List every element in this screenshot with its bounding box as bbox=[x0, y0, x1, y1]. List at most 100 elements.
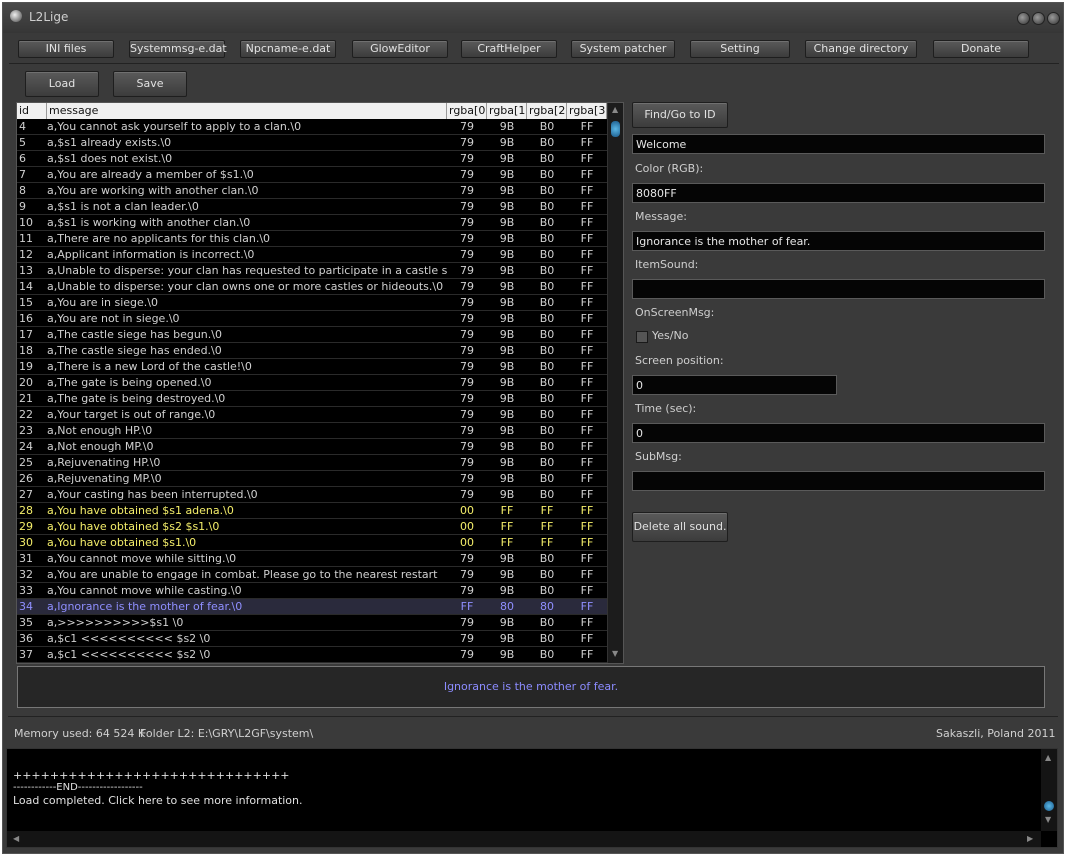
cell-rgba3: FF bbox=[580, 488, 594, 501]
log-line-load-completed[interactable]: Load completed. Click here to see more i… bbox=[13, 794, 303, 807]
table-row[interactable]: 28 a,You have obtained $s1 adena.\0 00 FF FF… bbox=[17, 503, 607, 519]
table-row[interactable]: 25 a,Rejuvenating HP.\0 79 9B B0 FF bbox=[17, 455, 607, 471]
screen-position-field[interactable]: 0 bbox=[632, 375, 837, 395]
cell-rgba2: B0 bbox=[539, 632, 555, 645]
log-scroll-right-icon[interactable]: ▶ bbox=[1027, 834, 1033, 843]
table-row[interactable]: 14 a,Unable to disperse: your clan owns o… bbox=[17, 279, 607, 295]
crafthelper-button[interactable]: CraftHelper bbox=[461, 40, 557, 58]
table-row[interactable]: 20 a,The gate is being opened.\0 79 9B B0 FF bbox=[17, 375, 607, 391]
cell-rgba2: FF bbox=[540, 536, 554, 549]
table-row[interactable]: 37 a,$c1 <<<<<<<<<< $s2 \0 79 9B B0 FF bbox=[17, 647, 607, 663]
table-row[interactable]: 5 a,$s1 already exists.\0 79 9B B0 FF bbox=[17, 135, 607, 151]
cell-id: 15 bbox=[19, 296, 33, 309]
table-row[interactable]: 35 a,>>>>>>>>>>$s1 \0 79 9B B0 FF bbox=[17, 615, 607, 631]
table-row[interactable]: 18 a,The castle siege has ended.\0 79 9B B0 F… bbox=[17, 343, 607, 359]
column-rgba2[interactable]: rgba[2] bbox=[527, 103, 567, 119]
change-directory-button[interactable]: Change directory bbox=[805, 40, 917, 58]
log-console[interactable]: ++++++++++++++++++++++++++++++ ---------… bbox=[6, 748, 1058, 848]
scroll-thumb[interactable] bbox=[611, 121, 620, 137]
cell-rgba1: 9B bbox=[499, 216, 515, 229]
table-row[interactable]: 26 a,Rejuvenating MP.\0 79 9B B0 FF bbox=[17, 471, 607, 487]
donate-button[interactable]: Donate bbox=[933, 40, 1029, 58]
table-row[interactable]: 27 a,Your casting has been interrupted.\0… bbox=[17, 487, 607, 503]
time-field[interactable]: 0 bbox=[632, 423, 1045, 443]
cell-message: a,Rejuvenating HP.\0 bbox=[47, 456, 161, 469]
column-rgba3[interactable]: rgba[3] bbox=[567, 103, 607, 119]
table-row[interactable]: 29 a,You have obtained $s2 $s1.\0 00 FF FF FF bbox=[17, 519, 607, 535]
scroll-down-icon[interactable]: ▼ bbox=[612, 649, 618, 658]
itemsound-field[interactable] bbox=[632, 279, 1045, 299]
systemmsg-button[interactable]: Systemmsg-e.dat bbox=[129, 40, 227, 58]
cell-rgba2: B0 bbox=[539, 616, 555, 629]
save-button[interactable]: Save bbox=[113, 71, 187, 97]
table-row[interactable]: 33 a,You cannot move while casting.\0 79 9B… bbox=[17, 583, 607, 599]
table-row[interactable]: 36 a,$c1 <<<<<<<<<< $s2 \0 79 9B B0 FF bbox=[17, 631, 607, 647]
table-row[interactable]: 12 a,Applicant information is incorrect.\… bbox=[17, 247, 607, 263]
column-message[interactable]: message bbox=[47, 103, 447, 119]
cell-message: a,You cannot move while sitting.\0 bbox=[47, 552, 237, 565]
cell-rgba3: FF bbox=[580, 136, 594, 149]
log-scroll-left-icon[interactable]: ◀ bbox=[13, 834, 19, 843]
log-horizontal-scrollbar[interactable]: ◀ ▶ bbox=[7, 831, 1041, 847]
load-button[interactable]: Load bbox=[25, 71, 99, 97]
table-row[interactable]: 4 a,You cannot ask yourself to apply to a… bbox=[17, 119, 607, 135]
table-row[interactable]: 34 a,Ignorance is the mother of fear.\0 FF… bbox=[17, 599, 607, 615]
cell-rgba3: FF bbox=[580, 616, 594, 629]
log-vertical-scrollbar[interactable]: ▲ ▼ bbox=[1041, 749, 1057, 831]
welcome-field[interactable]: Welcome bbox=[632, 134, 1045, 154]
table-row[interactable]: 17 a,The castle siege has begun.\0 79 9B B0 F… bbox=[17, 327, 607, 343]
maximize-icon[interactable] bbox=[1032, 12, 1045, 25]
table-body: 4 a,You cannot ask yourself to apply to a… bbox=[17, 119, 607, 663]
color-field[interactable]: 8080FF bbox=[632, 183, 1045, 203]
cell-rgba2: B0 bbox=[539, 328, 555, 341]
setting-button[interactable]: Setting bbox=[690, 40, 790, 58]
table-row[interactable]: 24 a,Not enough MP.\0 79 9B B0 FF bbox=[17, 439, 607, 455]
message-table[interactable]: id message rgba[0] rgba[1] rgba[2] rgba[… bbox=[16, 102, 624, 664]
onscreenmsg-checkbox[interactable] bbox=[636, 331, 648, 343]
table-row[interactable]: 9 a,$s1 is not a clan leader.\0 79 9B B0 FF bbox=[17, 199, 607, 215]
table-row[interactable]: 32 a,You are unable to engage in combat. … bbox=[17, 567, 607, 583]
cell-rgba0: 79 bbox=[460, 216, 474, 229]
cell-rgba2: B0 bbox=[539, 552, 555, 565]
table-scrollbar[interactable]: ▲ ▼ bbox=[607, 103, 623, 663]
table-row[interactable]: 30 a,You have obtained $s1.\0 00 FF FF FF bbox=[17, 535, 607, 551]
minimize-icon[interactable] bbox=[1017, 12, 1030, 25]
table-row[interactable]: 11 a,There are no applicants for this cla… bbox=[17, 231, 607, 247]
submsg-field[interactable] bbox=[632, 471, 1045, 491]
ini-files-button[interactable]: INI files bbox=[18, 40, 114, 58]
table-row[interactable]: 15 a,You are in siege.\0 79 9B B0 FF bbox=[17, 295, 607, 311]
table-row[interactable]: 10 a,$s1 is working with another clan.\0 7… bbox=[17, 215, 607, 231]
cell-message: a,There are no applicants for this clan.… bbox=[47, 232, 271, 245]
npcname-button[interactable]: Npcname-e.dat bbox=[240, 40, 336, 58]
cell-message: a,>>>>>>>>>>$s1 \0 bbox=[47, 616, 184, 629]
table-row[interactable]: 16 a,You are not in siege.\0 79 9B B0 FF bbox=[17, 311, 607, 327]
cell-rgba2: B0 bbox=[539, 136, 555, 149]
cell-rgba0: 79 bbox=[460, 488, 474, 501]
column-id[interactable]: id bbox=[17, 103, 47, 119]
column-rgba1[interactable]: rgba[1] bbox=[487, 103, 527, 119]
table-row[interactable]: 8 a,You are working with another clan.\0 7… bbox=[17, 183, 607, 199]
table-row[interactable]: 22 a,Your target is out of range.\0 79 9B B0… bbox=[17, 407, 607, 423]
table-row[interactable]: 6 a,$s1 does not exist.\0 79 9B B0 FF bbox=[17, 151, 607, 167]
message-field[interactable]: Ignorance is the mother of fear. bbox=[632, 231, 1045, 251]
table-row[interactable]: 7 a,You are already a member of $s1.\0 79 9… bbox=[17, 167, 607, 183]
close-icon[interactable] bbox=[1047, 12, 1060, 25]
column-rgba0[interactable]: rgba[0] bbox=[447, 103, 487, 119]
log-scroll-up-icon[interactable]: ▲ bbox=[1045, 753, 1051, 762]
find-goto-button[interactable]: Find/Go to ID bbox=[632, 102, 728, 128]
table-row[interactable]: 23 a,Not enough HP.\0 79 9B B0 FF bbox=[17, 423, 607, 439]
system-patcher-button[interactable]: System patcher bbox=[571, 40, 675, 58]
log-scroll-thumb[interactable] bbox=[1044, 801, 1054, 811]
log-scroll-down-icon[interactable]: ▼ bbox=[1045, 815, 1051, 824]
table-row[interactable]: 31 a,You cannot move while sitting.\0 79 9B… bbox=[17, 551, 607, 567]
delete-all-sound-button[interactable]: Delete all sound. bbox=[632, 512, 728, 542]
scroll-up-icon[interactable]: ▲ bbox=[612, 105, 618, 114]
table-row[interactable]: 19 a,There is a new Lord of the castle!\0… bbox=[17, 359, 607, 375]
cell-id: 34 bbox=[19, 600, 33, 613]
gloweditor-button[interactable]: GlowEditor bbox=[352, 40, 448, 58]
cell-rgba0: 79 bbox=[460, 296, 474, 309]
cell-rgba2: B0 bbox=[539, 184, 555, 197]
table-row[interactable]: 13 a,Unable to disperse: your clan has re… bbox=[17, 263, 607, 279]
table-row[interactable]: 21 a,The gate is being destroyed.\0 79 9B B0… bbox=[17, 391, 607, 407]
cell-rgba1: 9B bbox=[499, 200, 515, 213]
